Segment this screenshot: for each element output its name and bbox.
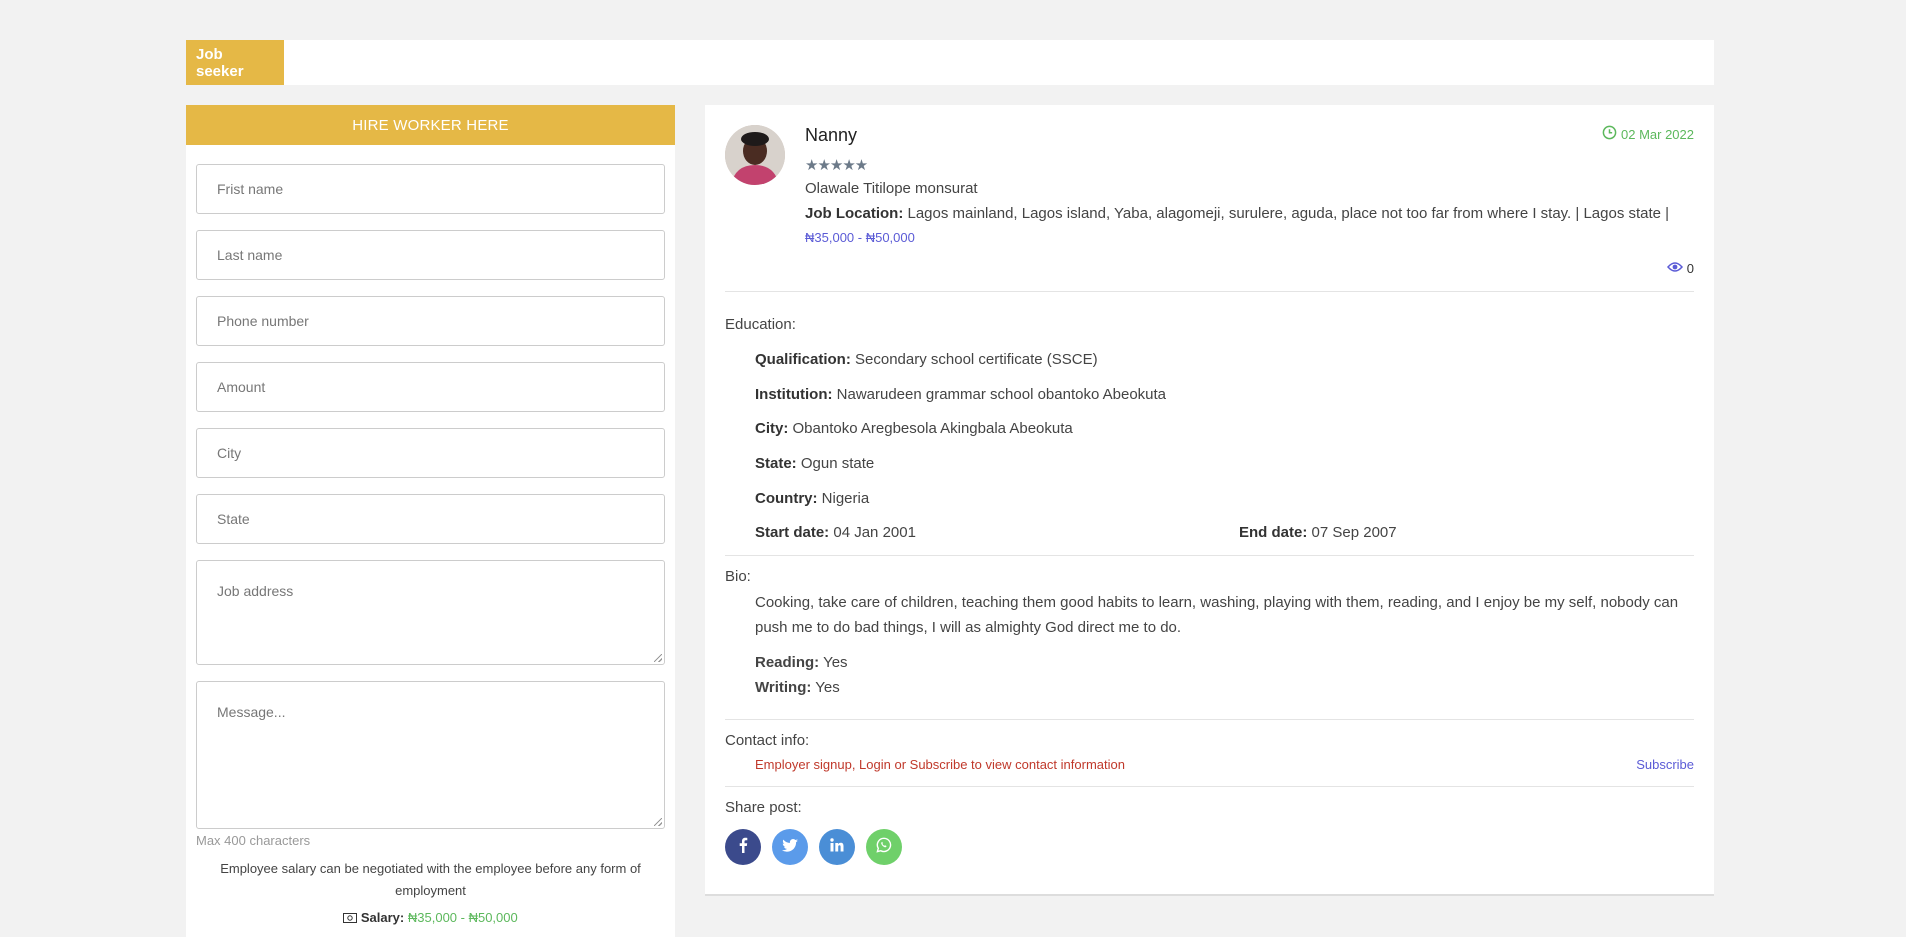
bio-section: Cooking, take care of children, teaching… bbox=[755, 590, 1694, 700]
profile-card: Nanny 02 Mar 2022 ★★★★★ Olawale Titilope… bbox=[705, 105, 1714, 896]
salary-value: ₦35,000 - ₦50,000 bbox=[407, 910, 518, 925]
first-name-input[interactable]: Frist name bbox=[196, 164, 665, 214]
bio-label: Bio: bbox=[725, 568, 751, 585]
country-row: Country: Nigeria bbox=[755, 490, 869, 507]
rating-stars: ★★★★★ bbox=[805, 157, 868, 174]
salary-line: Salary: ₦35,000 - ₦50,000 bbox=[196, 910, 665, 925]
amount-input[interactable]: Amount bbox=[196, 362, 665, 412]
state-label: State: bbox=[755, 455, 797, 472]
divider bbox=[725, 719, 1694, 720]
city-value: Obantoko Aregbesola Akingbala Abeokuta bbox=[792, 420, 1073, 437]
money-icon bbox=[343, 910, 361, 925]
linkedin-share-button[interactable] bbox=[819, 829, 855, 865]
state-value: Ogun state bbox=[800, 455, 875, 472]
qualification-value: Secondary school certificate (SSCE) bbox=[855, 351, 1098, 368]
twitter-icon bbox=[782, 838, 798, 856]
hire-form: Frist name Last name Phone number Amount… bbox=[186, 145, 675, 925]
writing-row: Writing: Yes bbox=[755, 675, 1694, 700]
start-date-value: 04 Jan 2001 bbox=[833, 524, 916, 541]
worker-name: Olawale Titilope monsurat bbox=[805, 180, 978, 197]
message-textarea[interactable]: Message... bbox=[196, 681, 665, 829]
last-name-input[interactable]: Last name bbox=[196, 230, 665, 280]
job-address-textarea[interactable]: Job address bbox=[196, 560, 665, 665]
end-date-value: 07 Sep 2007 bbox=[1311, 524, 1397, 541]
whatsapp-icon bbox=[876, 837, 892, 857]
contact-info-note[interactable]: Employer signup, Login or Subscribe to v… bbox=[755, 757, 1125, 772]
city-label: City: bbox=[755, 420, 789, 437]
facebook-icon bbox=[738, 837, 748, 857]
subscribe-link[interactable]: Subscribe bbox=[1636, 757, 1694, 772]
resize-handle-icon[interactable] bbox=[654, 654, 662, 662]
writing-value: Yes bbox=[815, 679, 840, 696]
hire-form-panel: HIRE WORKER HERE Frist name Last name Ph… bbox=[186, 105, 675, 937]
job-location: Job Location: Lagos mainland, Lagos isla… bbox=[805, 205, 1694, 222]
message-placeholder: Message... bbox=[217, 704, 286, 720]
qualification-row: Qualification: Secondary school certific… bbox=[755, 351, 1098, 368]
city-row: City: Obantoko Aregbesola Akingbala Abeo… bbox=[755, 420, 1073, 437]
job-title: Nanny bbox=[805, 125, 858, 145]
post-date: 02 Mar 2022 bbox=[1602, 125, 1694, 143]
whatsapp-share-button[interactable] bbox=[866, 829, 902, 865]
divider bbox=[725, 786, 1694, 787]
views-count: 0 bbox=[1666, 261, 1694, 276]
job-location-value: Lagos mainland, Lagos island, Yaba, alag… bbox=[907, 205, 1670, 222]
share-buttons bbox=[725, 829, 902, 865]
phone-number-input[interactable]: Phone number bbox=[196, 296, 665, 346]
job-address-placeholder: Job address bbox=[217, 583, 294, 599]
divider bbox=[725, 291, 1694, 292]
twitter-share-button[interactable] bbox=[772, 829, 808, 865]
city-input[interactable]: City bbox=[196, 428, 665, 478]
profile-header: Nanny 02 Mar 2022 ★★★★★ Olawale Titilope… bbox=[805, 125, 1694, 245]
post-date-text: 02 Mar 2022 bbox=[1621, 126, 1694, 142]
job-location-label: Job Location: bbox=[805, 205, 904, 222]
institution-row: Institution: Nawarudeen grammar school o… bbox=[755, 386, 1166, 403]
resize-handle-icon[interactable] bbox=[654, 818, 662, 826]
institution-value: Nawarudeen grammar school obantoko Abeok… bbox=[836, 386, 1167, 403]
country-label: Country: bbox=[755, 490, 818, 507]
institution-label: Institution: bbox=[755, 386, 833, 403]
salary-range: ₦35,000 - ₦50,000 bbox=[805, 230, 915, 245]
education-label: Education: bbox=[725, 316, 796, 333]
state-row: State: Ogun state bbox=[755, 455, 874, 472]
writing-label: Writing: bbox=[755, 679, 812, 696]
reading-value: Yes bbox=[823, 654, 848, 671]
state-input[interactable]: State bbox=[196, 494, 665, 544]
reading-row: Reading: Yes bbox=[755, 650, 1694, 675]
eye-icon bbox=[1666, 261, 1683, 276]
start-date-label: Start date: bbox=[755, 524, 830, 541]
negotiation-note: Employee salary can be negotiated with t… bbox=[220, 861, 641, 898]
top-bar: Job seeker bbox=[186, 40, 1714, 85]
hire-worker-header: HIRE WORKER HERE bbox=[186, 105, 675, 145]
share-post-label: Share post: bbox=[725, 799, 802, 816]
end-date-row: End date: 07 Sep 2007 bbox=[1239, 524, 1397, 541]
avatar bbox=[725, 125, 785, 185]
country-value: Nigeria bbox=[821, 490, 870, 507]
qualification-label: Qualification: bbox=[755, 351, 851, 368]
salary-label: Salary: bbox=[360, 910, 405, 925]
divider bbox=[725, 555, 1694, 556]
start-date-row: Start date: 04 Jan 2001 bbox=[755, 524, 916, 541]
reading-label: Reading: bbox=[755, 654, 820, 671]
end-date-label: End date: bbox=[1239, 524, 1308, 541]
facebook-share-button[interactable] bbox=[725, 829, 761, 865]
clock-icon bbox=[1602, 125, 1617, 143]
bio-text: Cooking, take care of children, teaching… bbox=[755, 594, 1679, 636]
views-value: 0 bbox=[1686, 261, 1694, 276]
max-characters-hint: Max 400 characters bbox=[196, 833, 311, 848]
linkedin-icon bbox=[830, 838, 844, 856]
contact-info-label: Contact info: bbox=[725, 732, 810, 749]
job-seeker-tab[interactable]: Job seeker bbox=[186, 40, 284, 85]
